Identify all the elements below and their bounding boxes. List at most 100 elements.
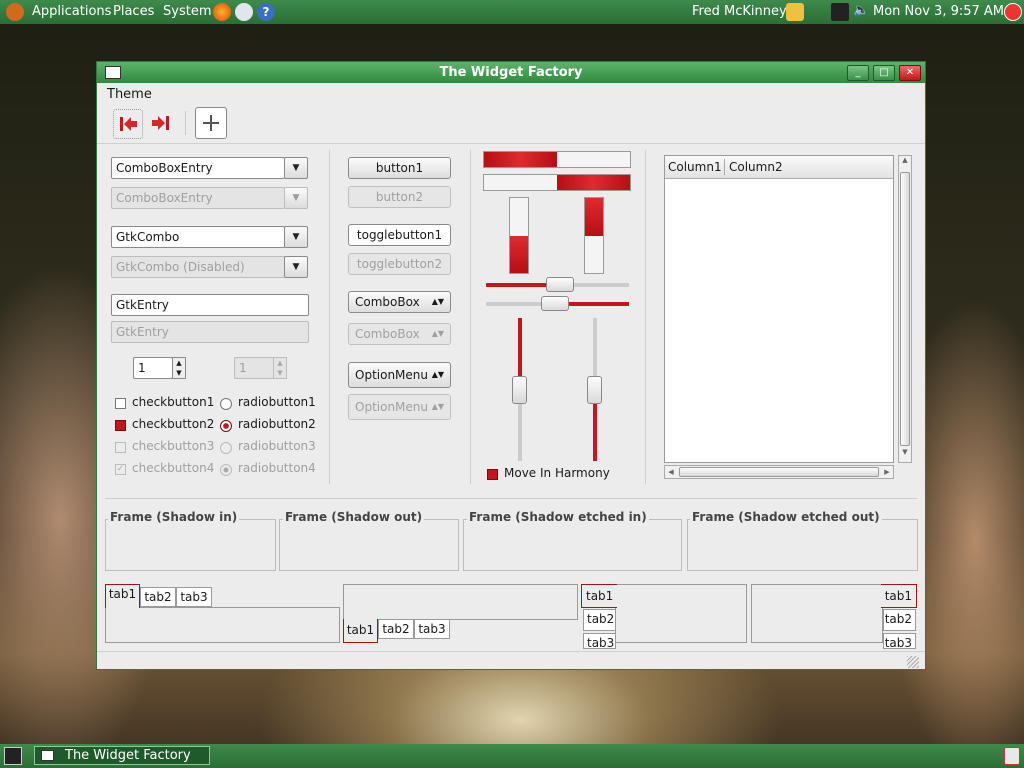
hscale1-trough[interactable] xyxy=(486,277,629,292)
optionmenu[interactable]: OptionMenu ▲▼ xyxy=(348,362,451,388)
notebook-top-tab1[interactable]: tab1 xyxy=(105,584,140,608)
title-bar[interactable]: The Widget Factory _ □ ✕ xyxy=(97,62,925,83)
back-button[interactable] xyxy=(113,109,143,139)
volume-icon[interactable]: 🔈 xyxy=(853,3,871,21)
button2: button2 xyxy=(348,186,451,208)
notebook-top-pane xyxy=(105,607,340,643)
column-separator xyxy=(470,150,471,484)
tree-hscrollbar[interactable]: ◀ ▶ xyxy=(664,465,894,479)
combobox[interactable]: ComboBox ▲▼ xyxy=(348,291,451,313)
checkbutton1-box[interactable] xyxy=(115,398,126,409)
vscale1-knob[interactable] xyxy=(512,375,527,404)
show-desktop-icon[interactable] xyxy=(4,747,22,765)
keys-icon[interactable] xyxy=(786,3,804,21)
notebook-right-pane xyxy=(751,584,883,643)
minimize-button[interactable]: _ xyxy=(847,65,869,81)
checkbutton1-label[interactable]: checkbutton1 xyxy=(132,395,214,409)
tree-view[interactable]: Column1 Column2 xyxy=(664,155,894,463)
taskbar-item-label: The Widget Factory xyxy=(65,748,191,763)
vscale2-knob[interactable] xyxy=(587,375,602,404)
radiobutton1-circle[interactable] xyxy=(220,398,232,410)
maximize-button[interactable]: □ xyxy=(873,65,895,81)
hscale2-trough[interactable] xyxy=(486,296,629,311)
scroll-up-icon[interactable]: ▲ xyxy=(899,156,911,170)
vscroll-thumb[interactable] xyxy=(900,172,910,446)
applications-menu[interactable]: Applications xyxy=(32,4,111,19)
notebook-right-tab2[interactable]: tab2 xyxy=(883,609,916,631)
column1-header[interactable]: Column1 xyxy=(668,160,722,174)
gtkcombo-disabled-dropdown-icon: ▼ xyxy=(284,256,308,278)
notebook-left-tab2[interactable]: tab2 xyxy=(583,609,616,631)
spin-button-disabled-arrows: ▲ ▼ xyxy=(273,357,287,379)
notebook-right-tab1[interactable]: tab1 xyxy=(881,584,917,608)
progress-bar-h1 xyxy=(483,151,631,168)
move-in-harmony-label[interactable]: Move In Harmony xyxy=(504,466,610,480)
firefox-icon[interactable] xyxy=(213,3,231,21)
toolbar-separator xyxy=(185,111,186,135)
optionmenu-label: OptionMenu xyxy=(355,368,428,382)
menu-bar: Theme xyxy=(97,83,925,104)
trash-icon[interactable] xyxy=(1004,747,1020,765)
close-button[interactable]: ✕ xyxy=(899,65,921,81)
menu-theme[interactable]: Theme xyxy=(107,87,152,102)
power-icon[interactable] xyxy=(1004,3,1022,21)
frame-shadow-etched-in-title: Frame (Shadow etched in) xyxy=(467,510,649,524)
column2-header[interactable]: Column2 xyxy=(729,160,783,174)
notebook-bottom-tab1[interactable]: tab1 xyxy=(343,619,378,643)
mail-icon[interactable] xyxy=(235,3,253,21)
checkbutton2-box[interactable] xyxy=(115,420,126,431)
comboboxentry-disabled-field: ComboBoxEntry xyxy=(111,187,285,209)
comboboxentry-field[interactable]: ComboBoxEntry xyxy=(111,157,285,179)
column-separator xyxy=(329,150,330,484)
comboboxentry-dropdown-icon[interactable]: ▼ xyxy=(284,157,308,179)
notebook-right-tab3[interactable]: tab3 xyxy=(883,633,916,649)
gtkcombo-disabled-field: GtkCombo (Disabled) xyxy=(111,256,285,278)
togglebutton1[interactable]: togglebutton1 xyxy=(348,224,451,246)
hscroll-thumb[interactable] xyxy=(679,467,879,477)
tree-vscrollbar[interactable]: ▲ ▼ xyxy=(898,155,912,463)
notebook-left-tab1[interactable]: tab1 xyxy=(581,584,617,608)
scroll-right-icon[interactable]: ▶ xyxy=(881,466,893,478)
radiobutton2-circle[interactable] xyxy=(220,420,232,432)
hscale1-knob[interactable] xyxy=(546,277,575,292)
ubuntu-logo-icon[interactable] xyxy=(6,3,24,21)
widget-factory-window: The Widget Factory _ □ ✕ Theme ComboBoxE… xyxy=(96,61,926,670)
forward-button[interactable] xyxy=(147,109,175,137)
notebook-top-tab2[interactable]: tab2 xyxy=(140,587,176,607)
radiobutton2-label[interactable]: radiobutton2 xyxy=(238,417,316,431)
notebook-bottom-tab3[interactable]: tab3 xyxy=(414,619,450,639)
network-icon[interactable] xyxy=(831,3,849,21)
toolbar xyxy=(97,105,925,144)
progress-bar-h2 xyxy=(483,174,631,191)
help-icon[interactable]: ? xyxy=(257,3,275,21)
radiobutton1-label[interactable]: radiobutton1 xyxy=(238,395,316,409)
resize-grip-icon[interactable] xyxy=(907,656,919,668)
vscale2-trough[interactable] xyxy=(587,318,602,461)
vscale1-trough[interactable] xyxy=(512,318,527,461)
radiobutton4-circle xyxy=(220,464,232,476)
button1[interactable]: button1 xyxy=(348,157,451,179)
add-button[interactable] xyxy=(195,107,227,139)
user-name[interactable]: Fred McKinney xyxy=(692,4,787,19)
frame-shadow-in-title: Frame (Shadow in) xyxy=(108,510,240,524)
notebook-bottom-tab2[interactable]: tab2 xyxy=(378,619,414,639)
spin-button-arrows[interactable]: ▲ ▼ xyxy=(172,357,186,379)
scroll-left-icon[interactable]: ◀ xyxy=(665,466,677,478)
gtkentry-field[interactable]: GtkEntry xyxy=(111,294,309,316)
spin-button-field[interactable]: 1 xyxy=(133,357,173,379)
horizontal-separator xyxy=(105,498,917,499)
move-in-harmony-check[interactable] xyxy=(487,469,498,480)
notebook-left-tab3[interactable]: tab3 xyxy=(583,633,616,649)
hscale2-knob[interactable] xyxy=(540,296,569,311)
tree-header: Column1 Column2 xyxy=(665,156,893,179)
clock[interactable]: Mon Nov 3, 9:57 AM xyxy=(873,4,1004,19)
notebook-top-tab3[interactable]: tab3 xyxy=(176,587,212,607)
gtkcombo-dropdown-icon[interactable]: ▼ xyxy=(284,226,308,248)
window-title: The Widget Factory xyxy=(439,65,583,80)
checkbutton2-label[interactable]: checkbutton2 xyxy=(132,417,214,431)
system-menu[interactable]: System xyxy=(163,4,211,19)
scroll-down-icon[interactable]: ▼ xyxy=(899,448,911,462)
places-menu[interactable]: Places xyxy=(113,4,154,19)
gtkcombo-field[interactable]: GtkCombo xyxy=(111,226,285,248)
taskbar-item[interactable]: The Widget Factory xyxy=(34,746,210,765)
